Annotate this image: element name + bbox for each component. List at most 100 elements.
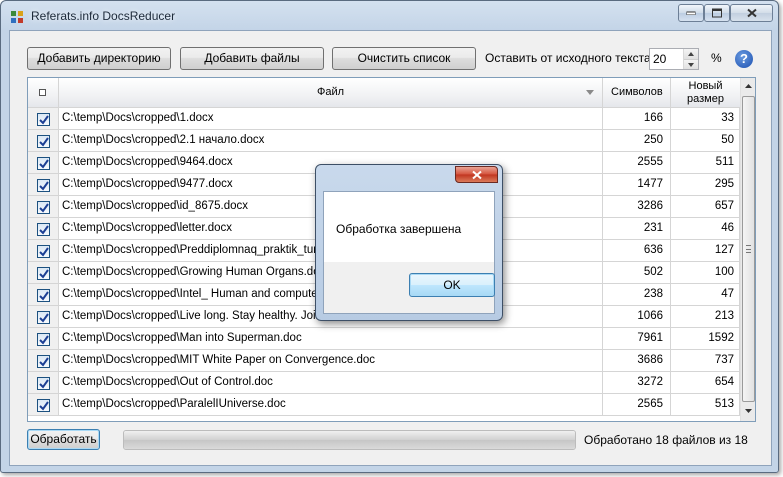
scrollbar-thumb[interactable] [742,96,755,402]
table-row[interactable]: C:\temp\Docs\cropped\Man into Superman.d… [28,328,740,350]
row-checkbox[interactable] [37,179,50,192]
row-select-cell[interactable] [28,394,59,416]
symbols-cell[interactable]: 502 [603,262,671,284]
row-select-cell[interactable] [28,328,59,350]
row-select-cell[interactable] [28,240,59,262]
keep-percent-stepper[interactable]: 20 [649,48,699,70]
row-checkbox[interactable] [37,311,50,324]
row-select-cell[interactable] [28,218,59,240]
select-all-checkbox[interactable] [39,89,46,96]
table-row[interactable]: C:\temp\Docs\cropped\ParalelIUniverse.do… [28,394,740,416]
stepper-down-button[interactable] [684,59,698,69]
table-row[interactable]: C:\temp\Docs\cropped\MIT White Paper on … [28,350,740,372]
table-row[interactable]: C:\temp\Docs\cropped\2.1 начало.docx 250 5… [28,130,740,152]
ok-button[interactable]: OK [409,273,495,297]
new-size-cell[interactable]: 1592 [671,328,740,350]
header-new-size[interactable]: Новый размер [671,78,740,108]
stepper-up-button[interactable] [684,49,698,59]
symbols-cell[interactable]: 3686 [603,350,671,372]
new-size-cell[interactable]: 511 [671,152,740,174]
row-checkbox[interactable] [37,223,50,236]
row-checkbox[interactable] [37,333,50,346]
symbols-cell[interactable]: 2555 [603,152,671,174]
title-bar[interactable]: Referats.info DocsReducer [1,1,778,29]
table-row[interactable]: C:\temp\Docs\cropped\1.docx 166 33 [28,108,740,130]
symbols-cell[interactable]: 250 [603,130,671,152]
grid-header: Файл Символов Новый размер [28,78,740,108]
help-icon[interactable]: ? [735,50,753,68]
new-size-cell[interactable]: 33 [671,108,740,130]
add-directory-button[interactable]: Добавить директорию [27,47,171,70]
maximize-button[interactable] [704,4,730,22]
symbols-cell[interactable]: 1477 [603,174,671,196]
header-symbols[interactable]: Символов [603,78,671,108]
row-checkbox[interactable] [37,113,50,126]
stepper-buttons [683,49,698,69]
row-select-cell[interactable] [28,152,59,174]
row-checkbox[interactable] [37,355,50,368]
dialog-footer: OK [323,262,495,314]
keep-percent-value[interactable]: 20 [653,52,666,66]
symbols-cell[interactable]: 238 [603,284,671,306]
keep-percent-label: Оставить от исходного текста [485,51,651,65]
table-row[interactable]: C:\temp\Docs\cropped\Out of Control.doc 3… [28,372,740,394]
row-checkbox[interactable] [37,245,50,258]
header-select-all[interactable] [28,78,59,108]
clear-list-button[interactable]: Очистить список [332,47,476,70]
scroll-up-icon [745,84,752,88]
new-size-cell[interactable]: 657 [671,196,740,218]
file-path-cell[interactable]: C:\temp\Docs\cropped\Man into Superman.d… [59,328,603,350]
row-select-cell[interactable] [28,306,59,328]
row-select-cell[interactable] [28,196,59,218]
file-path-cell[interactable]: C:\temp\Docs\cropped\2.1 начало.docx [59,130,603,152]
row-select-cell[interactable] [28,130,59,152]
symbols-cell[interactable]: 636 [603,240,671,262]
new-size-cell[interactable]: 127 [671,240,740,262]
checkmark-icon [39,203,49,213]
row-checkbox[interactable] [37,157,50,170]
new-size-cell[interactable]: 654 [671,372,740,394]
symbols-cell[interactable]: 7961 [603,328,671,350]
row-select-cell[interactable] [28,350,59,372]
symbols-cell[interactable]: 2565 [603,394,671,416]
new-size-cell[interactable]: 46 [671,218,740,240]
file-path-cell[interactable]: C:\temp\Docs\cropped\ParalelIUniverse.do… [59,394,603,416]
row-checkbox[interactable] [37,377,50,390]
close-button[interactable] [730,4,773,22]
file-path-cell[interactable]: C:\temp\Docs\cropped\MIT White Paper on … [59,350,603,372]
row-checkbox[interactable] [37,399,50,412]
minimize-button[interactable] [678,4,704,22]
scroll-down-button[interactable] [741,404,755,420]
row-checkbox[interactable] [37,289,50,302]
file-path-cell[interactable]: C:\temp\Docs\cropped\1.docx [59,108,603,130]
row-checkbox[interactable] [37,135,50,148]
row-select-cell[interactable] [28,284,59,306]
new-size-cell[interactable]: 100 [671,262,740,284]
row-select-cell[interactable] [28,372,59,394]
row-checkbox[interactable] [37,201,50,214]
symbols-cell[interactable]: 3272 [603,372,671,394]
row-checkbox[interactable] [37,267,50,280]
checkmark-icon [39,335,49,345]
file-path-cell[interactable]: C:\temp\Docs\cropped\Out of Control.doc [59,372,603,394]
process-button[interactable]: Обработать [27,429,100,450]
new-size-cell[interactable]: 513 [671,394,740,416]
new-size-cell[interactable]: 213 [671,306,740,328]
symbols-cell[interactable]: 166 [603,108,671,130]
row-select-cell[interactable] [28,262,59,284]
new-size-cell[interactable]: 295 [671,174,740,196]
header-file[interactable]: Файл [59,78,603,108]
symbols-cell[interactable]: 1066 [603,306,671,328]
checkmark-icon [39,247,49,257]
row-select-cell[interactable] [28,174,59,196]
symbols-cell[interactable]: 3286 [603,196,671,218]
add-files-button[interactable]: Добавить файлы [180,47,324,70]
row-select-cell[interactable] [28,108,59,130]
new-size-cell[interactable]: 50 [671,130,740,152]
new-size-cell[interactable]: 47 [671,284,740,306]
dialog-close-button[interactable] [455,166,498,183]
symbols-cell[interactable]: 231 [603,218,671,240]
new-size-cell[interactable]: 737 [671,350,740,372]
scroll-up-button[interactable] [741,79,755,95]
vertical-scrollbar[interactable] [740,78,755,421]
